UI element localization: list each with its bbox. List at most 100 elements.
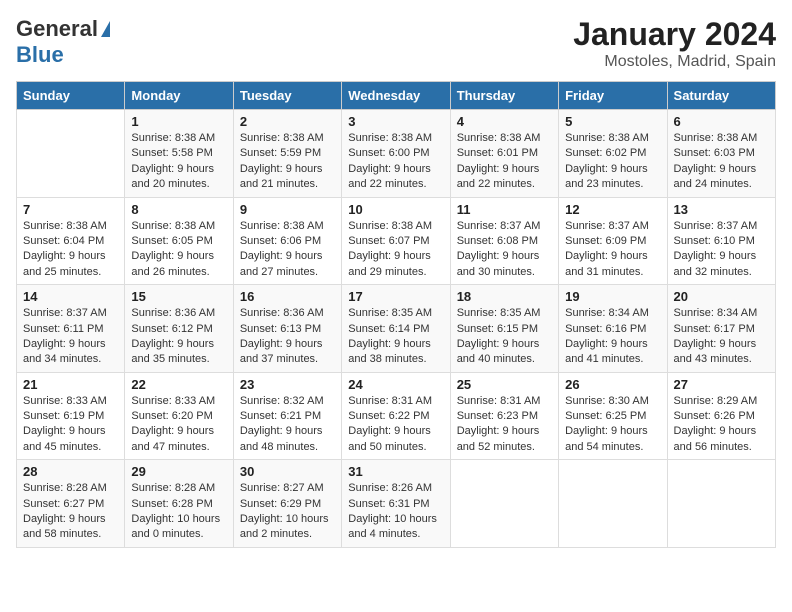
info-line: and 31 minutes. (565, 266, 643, 278)
info-line: Sunrise: 8:29 AM (674, 395, 758, 407)
info-line: Daylight: 9 hours (565, 163, 648, 175)
table-cell: 21Sunrise: 8:33 AMSunset: 6:19 PMDayligh… (17, 372, 125, 460)
info-line: Sunset: 6:25 PM (565, 410, 646, 422)
info-line: and 45 minutes. (23, 441, 101, 453)
day-number: 13 (674, 202, 769, 217)
day-number: 14 (23, 289, 118, 304)
info-line: Sunset: 6:20 PM (131, 410, 212, 422)
table-cell: 31Sunrise: 8:26 AMSunset: 6:31 PMDayligh… (342, 460, 450, 548)
header-monday: Monday (125, 82, 233, 110)
day-info: Sunrise: 8:32 AMSunset: 6:21 PMDaylight:… (240, 394, 335, 456)
info-line: and 52 minutes. (457, 441, 535, 453)
info-line: Sunrise: 8:38 AM (457, 132, 541, 144)
day-info: Sunrise: 8:37 AMSunset: 6:09 PMDaylight:… (565, 219, 660, 281)
info-line: Sunset: 6:06 PM (240, 235, 321, 247)
week-row-1: 1 Sunrise: 8:38 AMSunset: 5:58 PMDaylight… (17, 110, 776, 198)
table-cell: 30Sunrise: 8:27 AMSunset: 6:29 PMDayligh… (233, 460, 341, 548)
info-line: Sunrise: 8:37 AM (457, 220, 541, 232)
logo-blue-text: Blue (16, 42, 64, 67)
day-info: Sunrise: 8:38 AMSunset: 6:04 PMDaylight:… (23, 219, 118, 281)
info-line: Daylight: 9 hours (457, 425, 540, 437)
day-number: 1 (131, 114, 226, 129)
info-line: and 58 minutes. (23, 528, 101, 540)
day-info: Sunrise: 8:35 AMSunset: 6:15 PMDaylight:… (457, 306, 552, 368)
info-line: and 26 minutes. (131, 266, 209, 278)
info-line: and 54 minutes. (565, 441, 643, 453)
day-number: 10 (348, 202, 443, 217)
page-header: General Blue January 2024 Mostoles, Madr… (16, 16, 776, 71)
table-cell: 27Sunrise: 8:29 AMSunset: 6:26 PMDayligh… (667, 372, 775, 460)
info-line: Daylight: 9 hours (23, 338, 106, 350)
day-info: Sunrise: 8:35 AMSunset: 6:14 PMDaylight:… (348, 306, 443, 368)
table-cell: 3Sunrise: 8:38 AMSunset: 6:00 PMDaylight… (342, 110, 450, 198)
day-number: 12 (565, 202, 660, 217)
info-line: Sunset: 6:14 PM (348, 323, 429, 335)
table-cell (559, 460, 667, 548)
day-info: Sunrise: 8:31 AMSunset: 6:23 PMDaylight:… (457, 394, 552, 456)
day-number: 23 (240, 377, 335, 392)
info-line: and 43 minutes. (674, 353, 752, 365)
day-number: 16 (240, 289, 335, 304)
info-line: Sunrise: 8:37 AM (674, 220, 758, 232)
calendar-body: 1 Sunrise: 8:38 AMSunset: 5:58 PMDaylight… (17, 110, 776, 548)
table-cell: 10Sunrise: 8:38 AMSunset: 6:07 PMDayligh… (342, 197, 450, 285)
info-line: and 22 minutes. (457, 178, 535, 190)
info-line: Sunrise: 8:37 AM (565, 220, 649, 232)
day-info: Sunrise: 8:38 AMSunset: 6:03 PMDaylight:… (674, 131, 769, 193)
info-line: Daylight: 9 hours (131, 250, 214, 262)
info-line: Daylight: 9 hours (240, 338, 323, 350)
table-cell: 15Sunrise: 8:36 AMSunset: 6:12 PMDayligh… (125, 285, 233, 373)
day-info: Sunrise: 8:33 AMSunset: 6:19 PMDaylight:… (23, 394, 118, 456)
day-info: Sunrise: 8:36 AMSunset: 6:12 PMDaylight:… (131, 306, 226, 368)
info-line: and 24 minutes. (674, 178, 752, 190)
week-row-5: 28Sunrise: 8:28 AMSunset: 6:27 PMDayligh… (17, 460, 776, 548)
calendar-title-block: January 2024 Mostoles, Madrid, Spain (573, 16, 776, 71)
info-line: Sunset: 6:12 PM (131, 323, 212, 335)
info-line: Daylight: 9 hours (240, 163, 323, 175)
table-cell: 16Sunrise: 8:36 AMSunset: 6:13 PMDayligh… (233, 285, 341, 373)
info-line: Sunrise: 8:26 AM (348, 482, 432, 494)
table-cell: 24Sunrise: 8:31 AMSunset: 6:22 PMDayligh… (342, 372, 450, 460)
calendar-header: SundayMondayTuesdayWednesdayThursdayFrid… (17, 82, 776, 110)
info-line: Daylight: 9 hours (348, 425, 431, 437)
table-cell: 1 Sunrise: 8:38 AMSunset: 5:58 PMDaylight… (125, 110, 233, 198)
info-line: and 37 minutes. (240, 353, 318, 365)
info-line: Sunrise: 8:34 AM (674, 307, 758, 319)
day-number: 30 (240, 464, 335, 479)
info-line: Sunset: 6:26 PM (674, 410, 755, 422)
info-line: Sunset: 6:16 PM (565, 323, 646, 335)
info-line: Sunset: 6:01 PM (457, 147, 538, 159)
week-row-2: 7 Sunrise: 8:38 AMSunset: 6:04 PMDaylight… (17, 197, 776, 285)
day-number: 22 (131, 377, 226, 392)
info-line: Daylight: 9 hours (23, 513, 106, 525)
day-info: Sunrise: 8:38 AMSunset: 5:58 PMDaylight:… (131, 131, 226, 193)
info-line: Daylight: 9 hours (565, 425, 648, 437)
info-line: and 4 minutes. (348, 528, 420, 540)
day-number: 20 (674, 289, 769, 304)
info-line: Daylight: 10 hours (240, 513, 329, 525)
table-cell: 12Sunrise: 8:37 AMSunset: 6:09 PMDayligh… (559, 197, 667, 285)
info-line: Sunrise: 8:38 AM (348, 132, 432, 144)
info-line: Sunset: 6:15 PM (457, 323, 538, 335)
info-line: and 22 minutes. (348, 178, 426, 190)
table-cell: 7 Sunrise: 8:38 AMSunset: 6:04 PMDaylight… (17, 197, 125, 285)
day-info: Sunrise: 8:33 AMSunset: 6:20 PMDaylight:… (131, 394, 226, 456)
day-info: Sunrise: 8:34 AMSunset: 6:17 PMDaylight:… (674, 306, 769, 368)
info-line: and 30 minutes. (457, 266, 535, 278)
info-line: Daylight: 9 hours (23, 425, 106, 437)
info-line: Sunrise: 8:32 AM (240, 395, 324, 407)
info-line: Sunrise: 8:37 AM (23, 307, 107, 319)
info-line: Sunrise: 8:38 AM (23, 220, 107, 232)
info-line: Daylight: 9 hours (131, 425, 214, 437)
info-line: Daylight: 9 hours (457, 250, 540, 262)
info-line: Daylight: 9 hours (348, 163, 431, 175)
logo: General Blue (16, 16, 110, 68)
day-number: 7 (23, 202, 118, 217)
day-number: 3 (348, 114, 443, 129)
table-cell: 17Sunrise: 8:35 AMSunset: 6:14 PMDayligh… (342, 285, 450, 373)
info-line: Sunset: 6:17 PM (674, 323, 755, 335)
info-line: Sunset: 6:02 PM (565, 147, 646, 159)
day-number: 26 (565, 377, 660, 392)
table-cell: 28Sunrise: 8:28 AMSunset: 6:27 PMDayligh… (17, 460, 125, 548)
info-line: Sunset: 6:09 PM (565, 235, 646, 247)
